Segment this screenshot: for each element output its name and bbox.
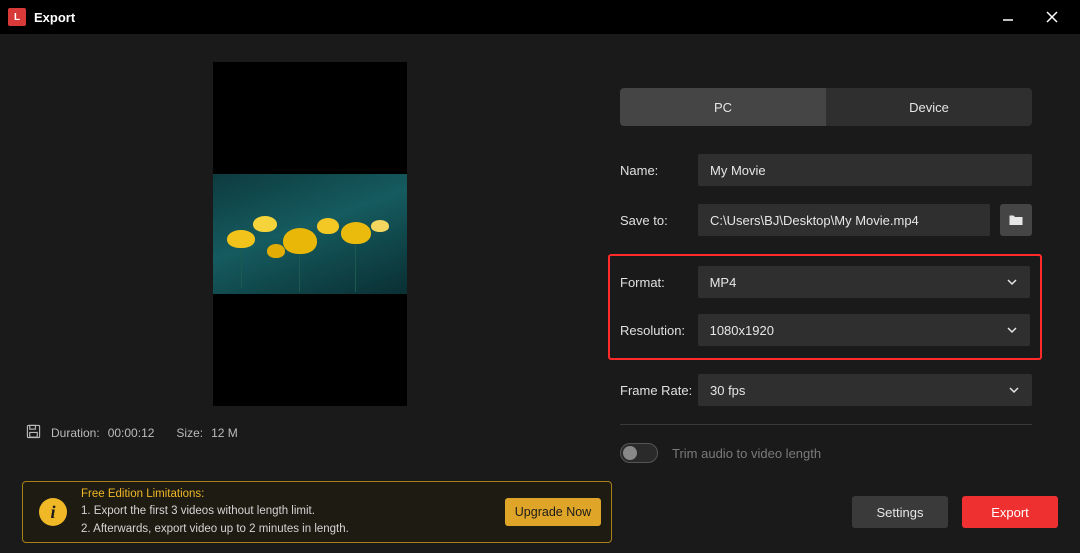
name-input[interactable] bbox=[698, 154, 1032, 186]
preview-info-row: Duration: 00:00:12 Size: 12 M bbox=[0, 406, 620, 442]
export-button[interactable]: Export bbox=[962, 496, 1058, 528]
preview-column: Duration: 00:00:12 Size: 12 M bbox=[0, 34, 620, 471]
bottom-button-group: Settings Export bbox=[852, 496, 1058, 528]
row-format: Format: MP4 bbox=[620, 266, 1030, 298]
limitations-title: Free Edition Limitations: bbox=[81, 486, 349, 503]
trim-audio-label: Trim audio to video length bbox=[672, 446, 821, 461]
highlighted-section: Format: MP4 Resolution: 1080x1920 bbox=[608, 254, 1042, 360]
row-name: Name: bbox=[620, 154, 1080, 186]
window-controls bbox=[988, 3, 1072, 31]
info-icon: i bbox=[39, 498, 67, 526]
main-area: Duration: 00:00:12 Size: 12 M PC Device … bbox=[0, 34, 1080, 471]
divider bbox=[620, 424, 1032, 425]
titlebar: L Export bbox=[0, 0, 1080, 34]
trim-audio-toggle[interactable] bbox=[620, 443, 658, 463]
format-value: MP4 bbox=[710, 275, 737, 290]
tab-device[interactable]: Device bbox=[826, 88, 1032, 126]
minimize-button[interactable] bbox=[988, 3, 1028, 31]
close-icon bbox=[1045, 10, 1059, 24]
settings-button[interactable]: Settings bbox=[852, 496, 948, 528]
row-framerate: Frame Rate: 30 fps bbox=[620, 374, 1080, 406]
size-label: Size: bbox=[176, 426, 203, 440]
limitations-text: Free Edition Limitations: 1. Export the … bbox=[81, 486, 349, 538]
export-tabs: PC Device bbox=[620, 88, 1032, 126]
tab-pc[interactable]: PC bbox=[620, 88, 826, 126]
folder-icon bbox=[1008, 212, 1024, 228]
toggle-knob bbox=[623, 446, 637, 460]
duration-value: 00:00:12 bbox=[108, 426, 155, 440]
preview-box bbox=[213, 62, 407, 406]
window-title: Export bbox=[34, 10, 75, 25]
format-label: Format: bbox=[620, 275, 698, 290]
row-save-to: Save to: bbox=[620, 204, 1080, 236]
limitations-line1: 1. Export the first 3 videos without len… bbox=[81, 503, 349, 520]
chevron-down-icon bbox=[1006, 324, 1018, 336]
limitations-box: i Free Edition Limitations: 1. Export th… bbox=[22, 481, 612, 543]
close-button[interactable] bbox=[1032, 3, 1072, 31]
format-select[interactable]: MP4 bbox=[698, 266, 1030, 298]
framerate-value: 30 fps bbox=[710, 383, 745, 398]
resolution-value: 1080x1920 bbox=[710, 323, 774, 338]
resolution-select[interactable]: 1080x1920 bbox=[698, 314, 1030, 346]
resolution-label: Resolution: bbox=[620, 323, 698, 338]
framerate-select[interactable]: 30 fps bbox=[698, 374, 1032, 406]
save-to-label: Save to: bbox=[620, 213, 698, 228]
row-trim-audio: Trim audio to video length bbox=[620, 443, 1080, 463]
upgrade-button[interactable]: Upgrade Now bbox=[505, 498, 601, 526]
save-to-input[interactable] bbox=[698, 204, 990, 236]
chevron-down-icon bbox=[1006, 276, 1018, 288]
row-resolution: Resolution: 1080x1920 bbox=[620, 314, 1030, 346]
preview-thumbnail bbox=[213, 174, 407, 294]
name-label: Name: bbox=[620, 163, 698, 178]
browse-button[interactable] bbox=[1000, 204, 1032, 236]
settings-column: PC Device Name: Save to: Format: MP4 bbox=[620, 34, 1080, 471]
minimize-icon bbox=[1001, 10, 1015, 24]
chevron-down-icon bbox=[1008, 384, 1020, 396]
app-icon: L bbox=[8, 8, 26, 26]
framerate-label: Frame Rate: bbox=[620, 383, 698, 398]
limitations-line2: 2. Afterwards, export video up to 2 minu… bbox=[81, 521, 349, 538]
size-value: 12 M bbox=[211, 426, 238, 440]
duration-label: Duration: bbox=[51, 426, 100, 440]
save-icon bbox=[26, 424, 41, 442]
bottom-bar: i Free Edition Limitations: 1. Export th… bbox=[0, 471, 1080, 553]
